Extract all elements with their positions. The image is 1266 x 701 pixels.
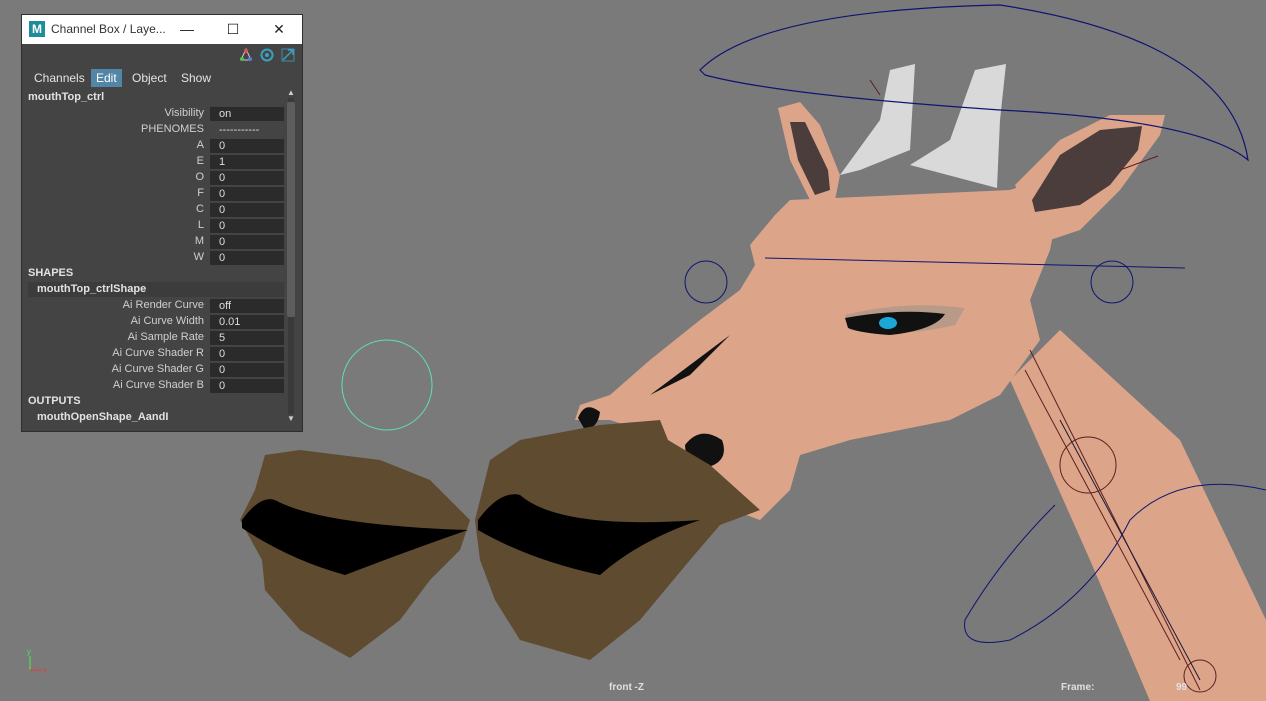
attr-value[interactable]: 0 xyxy=(210,251,284,265)
channel-list: mouthTop_ctrl Visibility on PHENOMES ---… xyxy=(22,88,284,431)
attr-label[interactable]: PHENOMES xyxy=(141,122,204,137)
attr-label[interactable]: Ai Curve Width xyxy=(131,314,204,329)
attr-value[interactable]: 5 xyxy=(210,331,284,345)
attr-value[interactable]: 0 xyxy=(210,379,284,393)
attr-value[interactable]: 0.01 xyxy=(210,315,284,329)
minimize-button[interactable]: — xyxy=(164,15,210,44)
attr-row[interactable]: L 0 xyxy=(22,218,284,233)
right-horn[interactable] xyxy=(910,64,1006,188)
scroll-thumb[interactable] xyxy=(287,102,295,317)
menu-show[interactable]: Show xyxy=(176,69,216,87)
attr-row[interactable]: Ai Render Curve off xyxy=(22,298,284,313)
attr-value[interactable]: 0 xyxy=(210,187,284,201)
window-titlebar[interactable]: M Channel Box / Laye... — ☐ ✕ xyxy=(22,15,302,44)
window-title: Channel Box / Laye... xyxy=(51,22,166,36)
attr-row[interactable]: F 0 xyxy=(22,186,284,201)
attr-value[interactable]: 0 xyxy=(210,235,284,249)
menu-edit[interactable]: Edit xyxy=(91,69,122,87)
attr-row[interactable]: Ai Curve Shader G 0 xyxy=(22,362,284,377)
attr-label[interactable]: Ai Curve Shader B xyxy=(113,378,204,393)
attr-value[interactable]: ----------- xyxy=(210,123,284,137)
attr-row[interactable]: A 0 xyxy=(22,138,284,153)
attr-value[interactable]: 0 xyxy=(210,347,284,361)
toolbar xyxy=(22,48,302,64)
attr-value[interactable]: 0 xyxy=(210,363,284,377)
attr-value[interactable]: 0 xyxy=(210,219,284,233)
mouthTop-ctrl-curve[interactable] xyxy=(341,339,433,431)
menu-channels[interactable]: Channels xyxy=(29,69,90,87)
attr-label[interactable]: Ai Curve Shader G xyxy=(112,362,204,377)
attr-label[interactable]: Ai Curve Shader R xyxy=(112,346,204,361)
giraffe-neck[interactable] xyxy=(1010,330,1266,701)
attr-value[interactable]: 0 xyxy=(210,139,284,153)
output-node-name[interactable]: mouthOpenShape_AandI xyxy=(28,410,284,425)
close-button[interactable]: ✕ xyxy=(256,15,302,44)
attr-row[interactable]: Ai Curve Shader R 0 xyxy=(22,346,284,361)
scroll-up-icon[interactable]: ▲ xyxy=(286,88,296,98)
selection-set-icon[interactable] xyxy=(239,48,253,62)
channel-box-window[interactable]: M Channel Box / Laye... — ☐ ✕ Channels E… xyxy=(21,14,303,432)
left-horn[interactable] xyxy=(840,64,915,175)
attr-value[interactable]: 0 xyxy=(210,171,284,185)
axis-gizmo xyxy=(29,656,42,671)
axis-x-label: x xyxy=(43,666,47,675)
attr-row[interactable]: O 0 xyxy=(22,170,284,185)
attr-label[interactable]: F xyxy=(197,186,204,201)
left-eye-control[interactable] xyxy=(684,260,728,304)
axis-y-label: y xyxy=(27,647,31,656)
attr-row[interactable]: W 0 xyxy=(22,250,284,265)
attr-label[interactable]: L xyxy=(198,218,204,233)
attr-label[interactable]: W xyxy=(194,250,204,265)
expand-icon[interactable] xyxy=(281,48,295,62)
attr-row[interactable]: M 0 xyxy=(22,234,284,249)
attr-value[interactable]: off xyxy=(210,299,284,313)
scroll-down-icon[interactable]: ▼ xyxy=(286,414,296,424)
right-eye-control[interactable] xyxy=(1090,260,1134,304)
attr-label[interactable]: Ai Sample Rate xyxy=(128,330,204,345)
maximize-button[interactable]: ☐ xyxy=(210,15,256,44)
attr-value[interactable]: 0 xyxy=(210,203,284,217)
menu-bar: Channels Edit Object Show xyxy=(22,68,302,88)
shape-node-name[interactable]: mouthTop_ctrlShape xyxy=(28,282,284,297)
attr-label[interactable]: Ai Render Curve xyxy=(123,298,204,313)
attr-row[interactable]: Ai Curve Width 0.01 xyxy=(22,314,284,329)
attr-label[interactable]: E xyxy=(197,154,204,169)
sync-icon[interactable] xyxy=(260,48,274,62)
attr-label[interactable]: Visibility xyxy=(164,106,204,121)
node-name[interactable]: mouthTop_ctrl xyxy=(28,91,104,103)
attr-label[interactable]: M xyxy=(195,234,204,249)
attr-row[interactable]: PHENOMES ----------- xyxy=(22,122,284,137)
attr-label[interactable]: A xyxy=(197,138,204,153)
outputs-header: OUTPUTS xyxy=(28,395,81,407)
shapes-header: SHAPES xyxy=(28,267,74,279)
attr-value[interactable]: on xyxy=(210,107,284,121)
camera-name: front -Z xyxy=(609,682,644,693)
maya-logo-icon: M xyxy=(29,21,45,37)
attr-row[interactable]: C 0 xyxy=(22,202,284,217)
eye-iris xyxy=(879,317,897,329)
horn-guide xyxy=(869,79,881,96)
attr-row[interactable]: E 1 xyxy=(22,154,284,169)
attr-row[interactable]: Visibility on xyxy=(22,106,284,121)
attr-row[interactable]: Ai Curve Shader B 0 xyxy=(22,378,284,393)
menu-object[interactable]: Object xyxy=(127,69,172,87)
attr-value[interactable]: 1 xyxy=(210,155,284,169)
vertical-scrollbar[interactable]: ▲ ▼ xyxy=(286,88,296,424)
attr-label[interactable]: O xyxy=(195,170,204,185)
attr-row[interactable]: Ai Sample Rate 5 xyxy=(22,330,284,345)
attr-label[interactable]: C xyxy=(196,202,204,217)
frame-label: Frame: xyxy=(1061,682,1095,693)
frame-value: 99 xyxy=(1176,682,1188,693)
